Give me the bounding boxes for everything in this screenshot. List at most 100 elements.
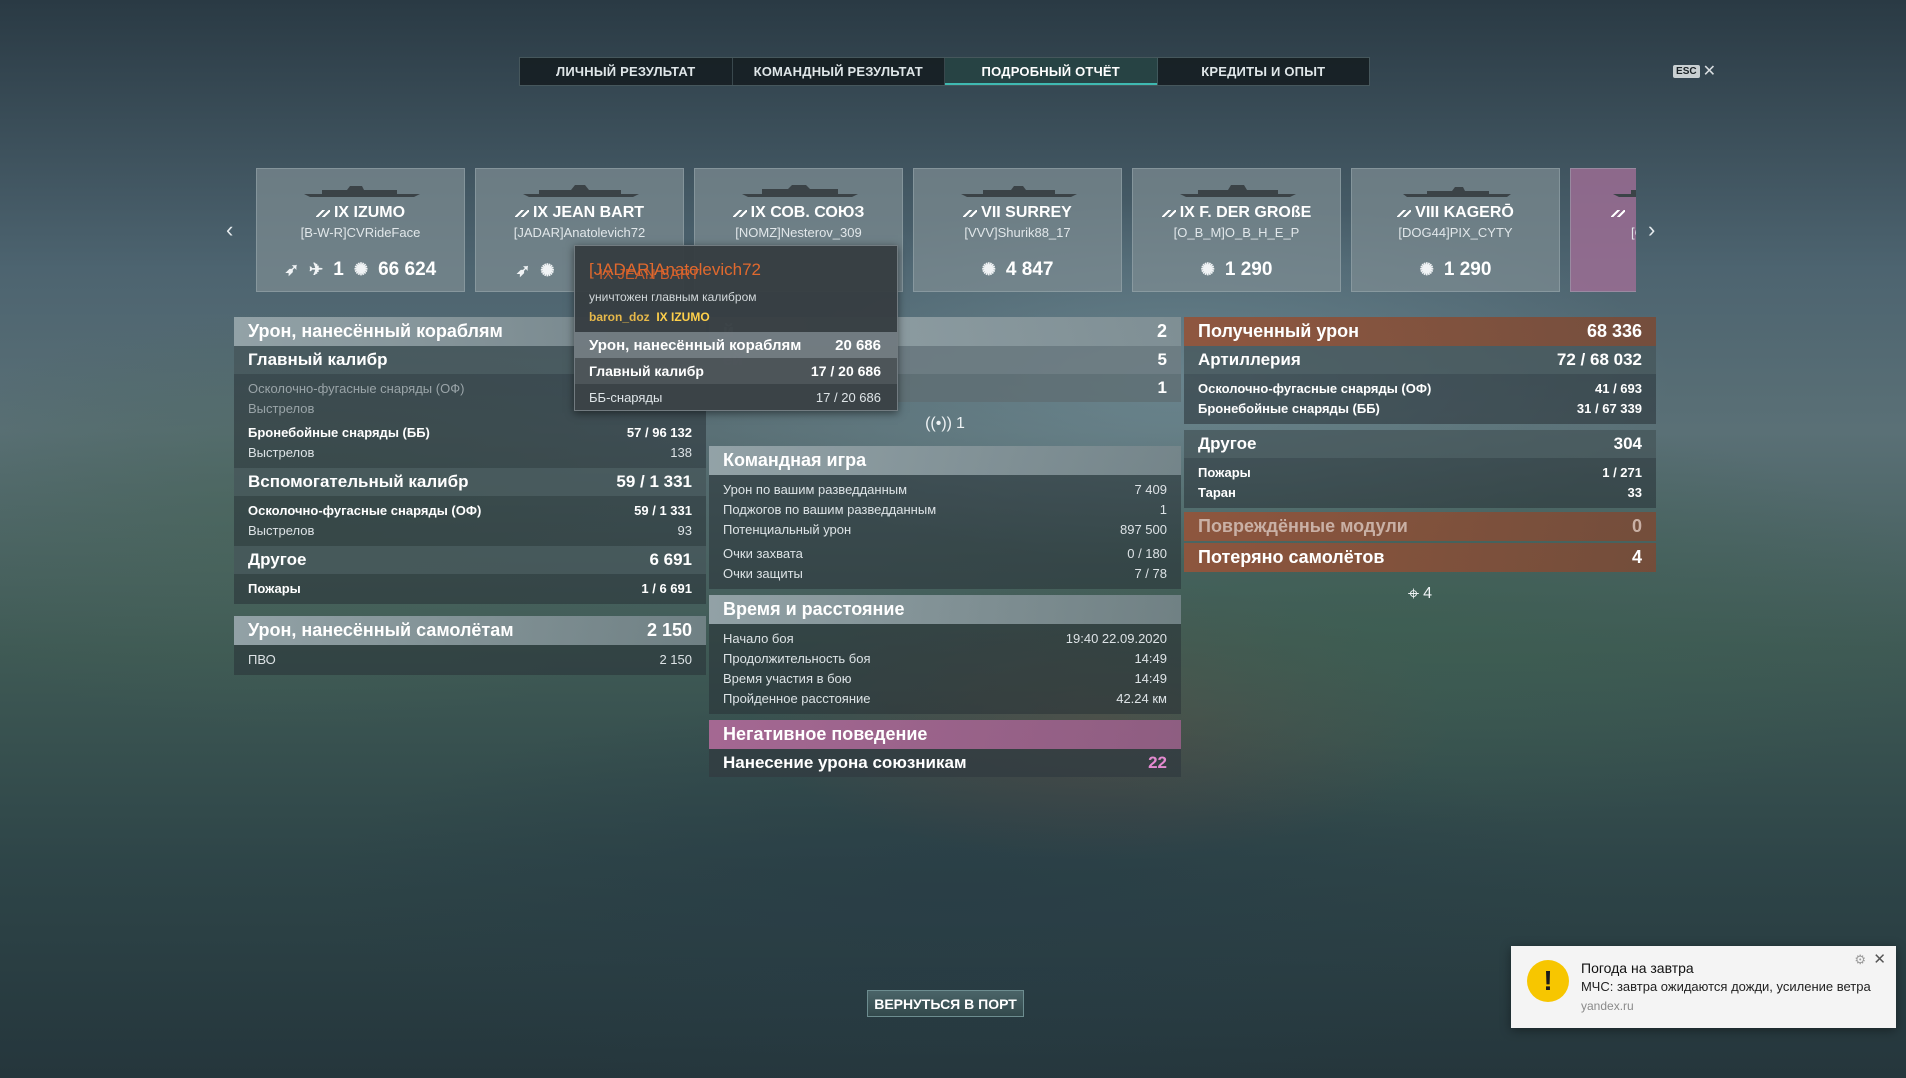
spotting-count: 1: [956, 415, 965, 432]
ship-class-icon: [1397, 210, 1412, 217]
header-value: 0: [1631, 516, 1642, 536]
ship-card[interactable]: IX F. DER GROßE [O_B_M]O_B_H_E_P ✺ 1 290: [1132, 168, 1341, 292]
ship-class-icon: [1161, 210, 1176, 217]
ship-stats: ✺ 1 290: [1352, 259, 1559, 281]
gear-icon[interactable]: ⚙: [1854, 952, 1866, 968]
ship-stats: ✺ 1 290: [1133, 259, 1340, 281]
stat-value: 41 / 693: [1594, 381, 1642, 396]
ship-class-icon: [514, 210, 529, 217]
planes-lost-header: Потеряно самолётов 4: [1184, 543, 1656, 572]
ship-name: IX JEAN BART: [476, 204, 683, 222]
stat-value: 59 / 1 331: [634, 503, 692, 518]
notification-source: yandex.ru: [1581, 999, 1634, 1013]
other-received-header: Другое 304: [1184, 430, 1656, 458]
weather-notification[interactable]: ! Погода на завтра МЧС: завтра ожидаются…: [1511, 946, 1896, 1028]
ship-name: VIII KAGERŌ: [1352, 204, 1559, 222]
header-label: Командная игра: [723, 450, 867, 470]
artillery-header: Артиллерия 72 / 68 032: [1184, 346, 1656, 374]
stat-row: Бронебойные снаряды (ББ) 31 / 67 339: [1198, 399, 1642, 419]
ship-card[interactable]: VII SURREY [VVV]Shurik88_17 ✺ 4 847: [913, 168, 1122, 292]
header-value: 2 150: [646, 620, 692, 640]
target-count: 4: [1423, 585, 1433, 602]
damage-value: 1 290: [1443, 259, 1492, 280]
stat-label: Пройденное расстояние: [723, 691, 871, 706]
player-name: [JADAR]Anatolevich72: [513, 225, 646, 240]
stat-row: Осколочно-фугасные снаряды (ОФ) 41 / 693: [1198, 379, 1642, 399]
close-icon[interactable]: ✕: [1873, 950, 1886, 968]
stat-label: Бронебойные снаряды (ББ): [248, 425, 430, 440]
damage-icon: ✺: [981, 260, 996, 279]
tab-credits-xp[interactable]: КРЕДИТЫ И ОПЫТ: [1158, 58, 1370, 85]
stat-value: 7 409: [1134, 482, 1167, 497]
secondary-rows: Осколочно-фугасные снаряды (ОФ) 59 / 1 33…: [234, 496, 706, 546]
other-rows: Пожары 1 / 6 691: [234, 574, 706, 604]
damage-value: 4 847: [1005, 259, 1054, 280]
header-value: 2: [1156, 321, 1167, 341]
tab-team-result[interactable]: КОМАНДНЫЙ РЕЗУЛЬТАТ: [733, 58, 945, 85]
tooltip-ship: IX JEAN BART: [599, 266, 700, 283]
ship-silhouette-icon: [1180, 185, 1296, 197]
tab-detailed-report[interactable]: ПОДРОБНЫЙ ОТЧЁТ: [945, 58, 1158, 85]
stat-label: Пожары: [1198, 465, 1251, 480]
stat-row: Продолжительность боя 14:49: [723, 649, 1167, 669]
tooltip-damage-row: Урон, нанесённый кораблям 20 686: [575, 332, 897, 358]
return-to-port-button[interactable]: ВЕРНУТЬСЯ В ПОРТ: [867, 990, 1024, 1017]
carousel-next-arrow-icon[interactable]: ›: [1648, 217, 1655, 243]
secondary-battery-header: Вспомогательный калибр 59 / 1 331: [234, 468, 706, 496]
header-value: 1: [1157, 378, 1167, 397]
stat-label: Выстрелов: [248, 401, 315, 416]
close-button[interactable]: ESC ✕: [1673, 61, 1716, 81]
ship-name: IX IZUMO: [257, 204, 464, 222]
stat-row: Бронебойные снаряды (ББ) 57 / 96 132: [248, 423, 692, 443]
ship-card[interactable]: IX IZUMO [B-W-R]CVRideFace ➶ ✈ 1 ✺ 66 624: [256, 168, 465, 292]
header-value: 304: [1613, 434, 1642, 453]
ship-name-text: IX JEAN BART: [532, 204, 645, 221]
torpedo-icon: ➶: [516, 261, 531, 280]
stat-value: 22: [1148, 753, 1167, 772]
stat-value: 7 / 78: [1134, 566, 1167, 581]
stat-label: Урон по вашим разведданным: [723, 482, 908, 497]
stat-label: Поджогов по вашим разведданным: [723, 502, 937, 517]
player-name: [NOMZ]Nesterov_309: [735, 225, 862, 240]
player-name: [C: [1631, 225, 1636, 240]
header-label: Повреждённые модули: [1198, 516, 1408, 536]
notification-title: Погода на завтра: [1581, 960, 1694, 976]
damage-icon: ✺: [540, 261, 555, 280]
header-label: Артиллерия: [1198, 350, 1301, 369]
other-received-rows: Пожары 1 / 271 Таран 33: [1184, 458, 1656, 508]
stat-row: Урон по вашим разведданным 7 409: [723, 480, 1167, 500]
stat-label: Осколочно-фугасные снаряды (ОФ): [248, 381, 465, 396]
ship-stats: ➶ ✈ 1 ✺ 66 624: [257, 259, 464, 281]
stat-label: Нанесение урона союзникам: [723, 753, 967, 772]
damage-value: 1 290: [1224, 259, 1273, 280]
stat-label: Время участия в бою: [723, 671, 852, 686]
torpedo-icon: ➶: [284, 260, 300, 279]
ship-class-icon: [732, 210, 747, 217]
ship-silhouette-icon: [742, 185, 858, 197]
damage-value: 66 624: [378, 259, 437, 280]
header-value: 4: [1631, 547, 1642, 567]
stat-value: 897 500: [1120, 522, 1167, 537]
header-value: 59 / 1 331: [616, 472, 692, 491]
tooltip-title: [JADAR]Anatolevich72 IX JEAN BART: [575, 246, 897, 286]
stat-row: Пожары 1 / 271: [1198, 463, 1642, 483]
stat-value: 1 / 6 691: [641, 581, 692, 596]
stat-label: Выстрелов: [248, 445, 315, 460]
damage-planes-header: Урон, нанесённый самолётам 2 150: [234, 616, 706, 645]
ship-stats: ✺ 4 847: [914, 259, 1121, 281]
stat-value: 42.24 км: [1116, 691, 1167, 706]
stat-value: 2 150: [659, 652, 692, 667]
ship-card[interactable]: [C: [1570, 168, 1636, 292]
stat-label: Потенциальный урон: [723, 522, 852, 537]
ship-card[interactable]: VIII KAGERŌ [DOG44]PIX_CYTY ✺ 1 290: [1351, 168, 1560, 292]
tab-personal-result[interactable]: ЛИЧНЫЙ РЕЗУЛЬТАТ: [520, 58, 733, 85]
carousel-prev-arrow-icon[interactable]: ‹: [226, 217, 233, 243]
stat-value: 31 / 67 339: [1576, 401, 1642, 416]
stat-row: Время участия в бою 14:49: [723, 669, 1167, 689]
ship-carousel: IX IZUMO [B-W-R]CVRideFace ➶ ✈ 1 ✺ 66 624 …: [256, 168, 1636, 292]
stat-value: 1: [1159, 502, 1167, 517]
close-icon: ✕: [1702, 63, 1716, 80]
stat-row: Начало боя 19:40 22.09.2020: [723, 629, 1167, 649]
stat-value: 138: [670, 445, 692, 460]
stat-row: Очки защиты 7 / 78: [723, 564, 1167, 584]
